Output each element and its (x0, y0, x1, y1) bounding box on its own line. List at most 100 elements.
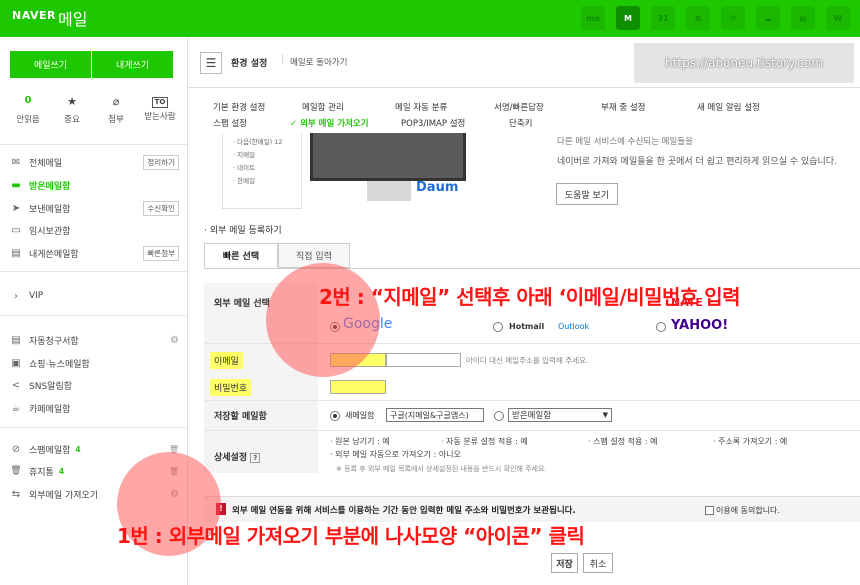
hotmail-radio[interactable] (493, 322, 503, 332)
tab-external-mail[interactable]: ✓ 외부 메일 가져오기 (290, 117, 369, 129)
read-receipt-button[interactable]: 수신확인 (143, 200, 179, 216)
sidebar-item-vip[interactable]: › VIP (9, 288, 179, 304)
divider (0, 271, 188, 272)
naver-logo[interactable]: NAVER (12, 9, 56, 22)
quick-label: 안읽음 (16, 115, 40, 125)
sidebar-item-drafts[interactable]: ▭ 임시보관함 (9, 222, 179, 238)
chevron-right-icon: › (14, 290, 18, 302)
calendar-icon[interactable]: 31 (651, 6, 675, 30)
illustration-item: · 한메일 (233, 177, 256, 185)
office-icon[interactable]: W (826, 6, 850, 30)
sidebar-item-label: 휴지통 (29, 467, 54, 478)
outlook-logo[interactable]: Outlook (558, 322, 589, 331)
divider (0, 144, 188, 145)
write-to-self-button[interactable]: 내게쓰기 (92, 51, 174, 78)
quick-recipient[interactable]: TO 받는사람 (140, 95, 180, 125)
monitor-graphic (310, 133, 466, 181)
email-label: 이메일 (210, 352, 243, 369)
star-icon: ★ (67, 95, 77, 108)
annotation-step2: 2번 : “지메일” 선택후 아래 ‘이메일/비밀번호 입력 (319, 285, 741, 309)
sidebar-item-label: 스팸메일함 (29, 445, 71, 456)
drafts-icon: ▭ (11, 224, 21, 236)
illustration-mail-list: · 다음(한메일) 12 · 지메일 · 네이트 · 한메일 (222, 133, 302, 209)
blog-watermark: https://aboneu.tistory.com (634, 43, 854, 83)
tab-signature[interactable]: 서명/빠른답장 (494, 101, 544, 113)
new-mailbox-radio[interactable] (330, 411, 340, 421)
yahoo-logo[interactable]: YAHOO! (671, 318, 728, 333)
cancel-button[interactable]: 취소 (583, 553, 613, 573)
notice-text: 외부 메일 연동을 위해 서비스를 이용하는 기간 동안 입력한 메일 주소와 … (232, 506, 576, 516)
menu-toggle-button[interactable]: ☰ (200, 52, 222, 74)
write-mail-button[interactable]: 메일쓰기 (10, 51, 92, 78)
existing-mailbox-radio[interactable] (494, 411, 504, 421)
me-icon[interactable]: me (581, 6, 605, 30)
unread-count: 0 (24, 95, 32, 106)
sidebar-item-all-mail[interactable]: ✉ 전체메일 정리하기 (9, 154, 179, 170)
contacts-icon[interactable]: ≡ (686, 6, 710, 30)
existing-mailbox-select[interactable]: 받은메일함 ▼ (508, 408, 612, 422)
quick-attach-button[interactable]: 빠른첨부 (143, 245, 179, 261)
memo-icon[interactable]: ▤ (791, 6, 815, 30)
gear-icon[interactable]: ⚙ (170, 335, 179, 346)
quick-label: 첨부 (108, 115, 124, 125)
sidebar-item-label: 받은메일함 (29, 181, 71, 192)
sidebar-item-cafe[interactable]: ☕ 카페메일함 (9, 400, 179, 416)
shopping-bag-icon: ▣ (11, 357, 21, 369)
organize-button[interactable]: 정리하기 (143, 154, 179, 170)
sidebar-item-shopping[interactable]: ▣ 쇼핑·뉴스메일함 (9, 355, 179, 371)
tab-mailbox-manage[interactable]: 메일함 관리 (302, 101, 344, 113)
register-section-title: · 외부 메일 등록하기 (204, 226, 282, 236)
password-input[interactable] (330, 380, 386, 394)
detail-auto-fetch: · 외부 메일 자동으로 가져오기 : 아니오 (330, 450, 461, 459)
mail-app-title[interactable]: 메일 (58, 6, 87, 30)
sidebar-item-label: 카페메일함 (29, 404, 71, 415)
spam-count: 4 (75, 444, 81, 454)
quick-unread[interactable]: 0 안읽음 (8, 95, 48, 125)
tab-pop3-imap[interactable]: POP3/IMAP 설정 (401, 117, 465, 129)
hotmail-logo[interactable]: Hotmail (509, 322, 544, 331)
detail-contacts: · 주소록 가져오기 : 예 (713, 437, 788, 446)
trash-count: 4 (58, 466, 65, 476)
import-icon: ⇆ (11, 488, 21, 500)
cloud-icon[interactable]: ☁ (756, 6, 780, 30)
tab-absence[interactable]: 부재 중 설정 (601, 101, 646, 113)
sidebar-item-label: VIP (29, 291, 44, 301)
email-input[interactable] (386, 353, 461, 367)
sidebar-item-inbox[interactable]: ▬ 받은메일함 (9, 177, 179, 193)
sidebar-item-sns[interactable]: < SNS알림함 (9, 377, 179, 393)
phone-icon[interactable]: ✆ (721, 6, 745, 30)
mail-icon[interactable]: M (616, 6, 640, 30)
quick-attach[interactable]: ⌀ 첨부 (96, 95, 136, 125)
tab-shortcuts[interactable]: 단축키 (509, 117, 532, 129)
tab-spam-settings[interactable]: 스팸 설정 (213, 117, 247, 129)
sidebar-item-bills[interactable]: ▤ 자동청구서함 ⚙ (9, 332, 179, 348)
illustration-item: · 네이트 (233, 164, 256, 172)
tab-new-mail-alert[interactable]: 새 메일 알림 설정 (697, 101, 760, 113)
sidebar-item-sent[interactable]: ➤ 보낸메일함 수신확인 (9, 200, 179, 216)
help-button[interactable]: 도움말 보기 (556, 183, 618, 205)
illustration-item: · 다음(한메일) 12 (233, 138, 283, 146)
tab-quick-select[interactable]: 빠른 선택 (204, 243, 278, 268)
new-mailbox-name-input[interactable]: 구글(지메일&구글앱스) (386, 408, 484, 422)
divider (0, 315, 188, 316)
external-mail-illustration: · 다음(한메일) 12 · 지메일 · 네이트 · 한메일 (222, 133, 466, 209)
service-icons: me M 31 ≡ ✆ ☁ ▤ W (581, 6, 850, 30)
save-button[interactable]: 저장 (551, 553, 578, 573)
sidebar-item-label: 외부메일 가져오기 (29, 490, 99, 501)
daum-logo: Daum (416, 180, 459, 195)
sidebar-item-self-mail[interactable]: ▤ 내게쓴메일함 빠른첨부 (9, 245, 179, 261)
detail-settings-text: 상세설정 (214, 453, 248, 463)
tab-auto-sort[interactable]: 메일 자동 분류 (395, 101, 447, 113)
trash-icon: 🗑 (10, 466, 22, 476)
breadcrumb-separator: | (281, 54, 285, 65)
tab-basic-settings[interactable]: 기본 환경 설정 (213, 101, 265, 113)
quick-important[interactable]: ★ 중요 (52, 95, 92, 125)
help-icon[interactable]: ? (250, 453, 261, 463)
yahoo-radio[interactable] (656, 322, 666, 332)
agree-checkbox[interactable] (705, 506, 714, 515)
back-to-mail-link[interactable]: 메일로 돌아가기 (290, 56, 347, 68)
divider (204, 400, 860, 401)
agree-label: 이용에 동의합니다. (716, 506, 780, 515)
chevron-down-icon: ▼ (602, 411, 608, 419)
detail-spam: · 스팸 설정 적용 : 예 (588, 437, 658, 446)
